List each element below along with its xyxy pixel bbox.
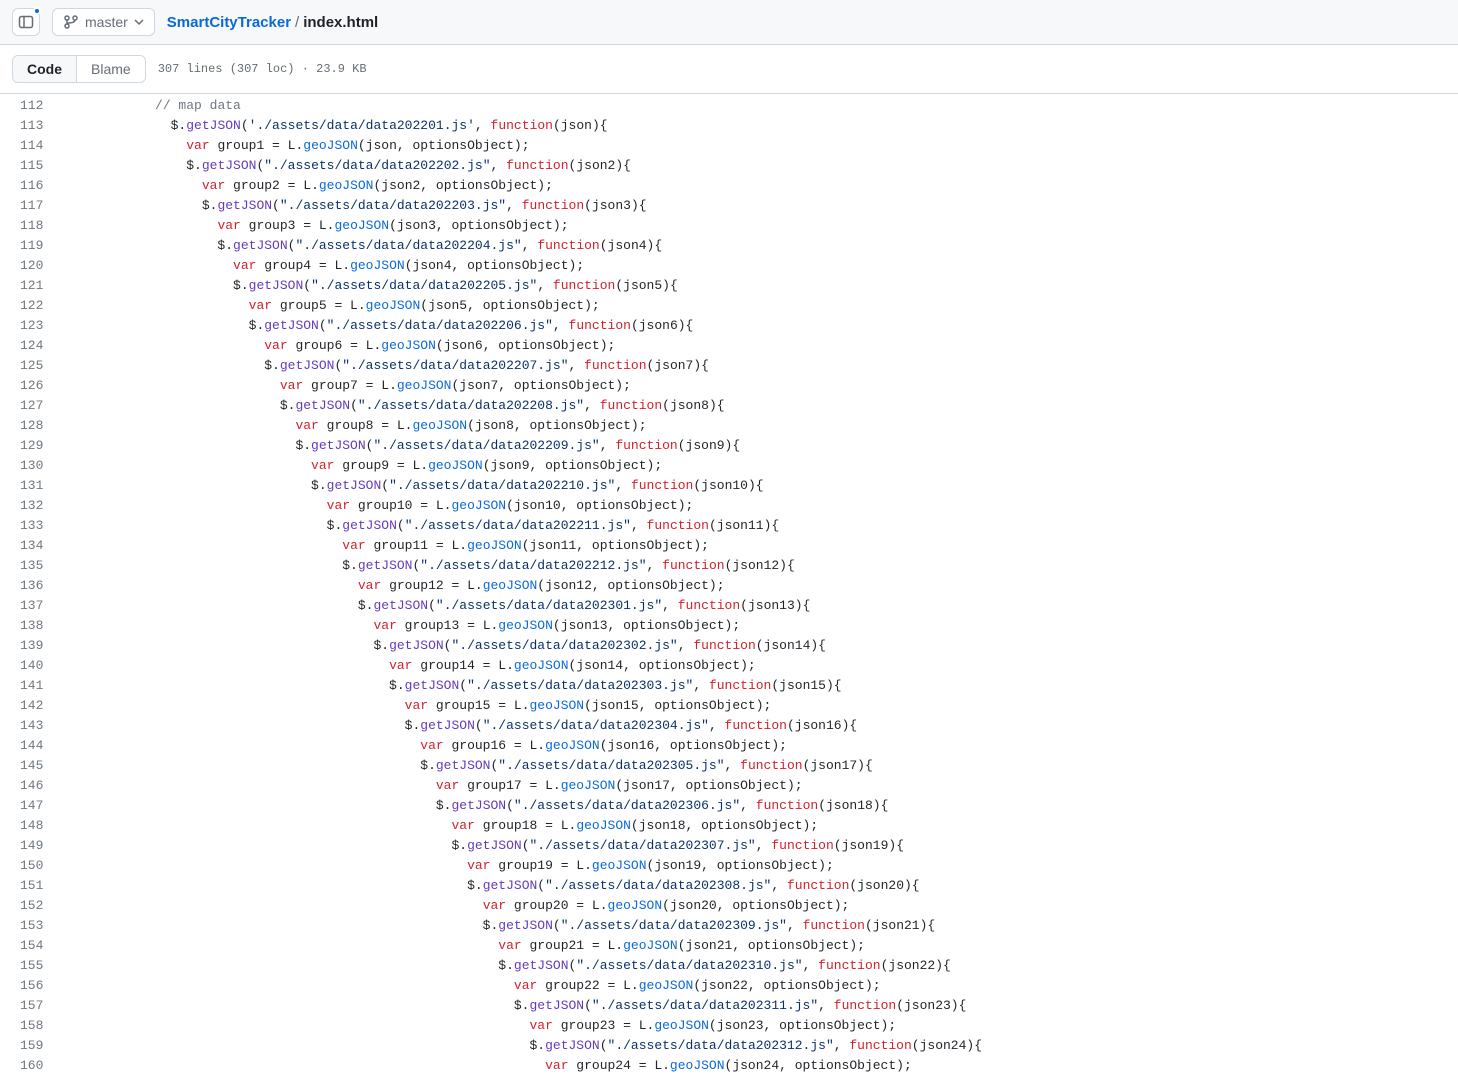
line-number-gutter: 1121131141151161171181191201211221231241… [0,96,61,1076]
git-branch-icon [63,14,79,30]
blame-tab-button[interactable]: Blame [77,56,145,82]
file-header: master SmartCityTracker / index.html [0,0,1458,45]
code-tab-button[interactable]: Code [13,56,77,82]
branch-name: master [85,14,128,30]
caret-down-icon [134,17,144,27]
breadcrumb: SmartCityTracker / index.html [167,14,378,31]
breadcrumb-project-link[interactable]: SmartCityTracker [167,14,291,31]
side-panel-icon [18,14,34,30]
file-meta-text: 307 lines (307 loc) · 23.9 KB [158,62,367,76]
breadcrumb-file: index.html [303,14,378,31]
file-toolbar: Code Blame 307 lines (307 loc) · 23.9 KB [0,45,1458,94]
branch-selector-button[interactable]: master [52,8,155,36]
view-mode-toggle: Code Blame [12,55,146,83]
breadcrumb-separator: / [295,14,299,31]
notification-dot-icon [33,7,41,15]
code-content: // map data $.getJSON('./assets/data/dat… [61,96,1458,1076]
code-viewer[interactable]: 1121131141151161171181191201211221231241… [0,94,1458,1076]
side-panel-toggle[interactable] [12,8,40,36]
